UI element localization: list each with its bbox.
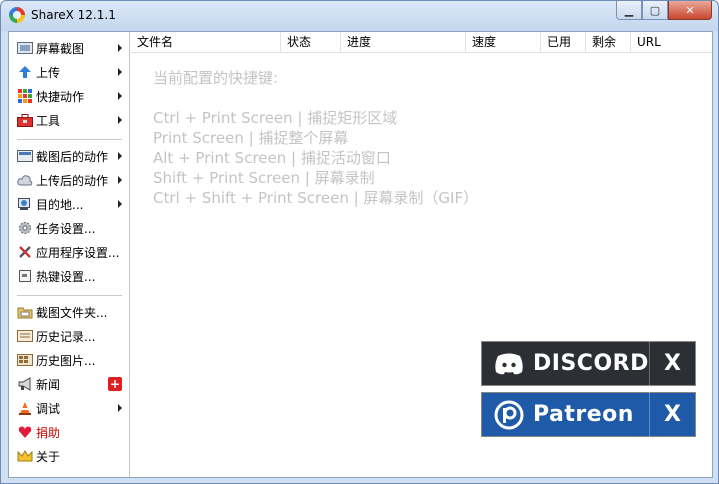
submenu-arrow-icon xyxy=(118,44,122,52)
hotkey-hints-title: 当前配置的快捷键: xyxy=(153,69,279,87)
maximize-button[interactable]: ▢ xyxy=(642,1,668,20)
submenu-arrow-icon xyxy=(118,200,122,208)
sidebar-item-label: 目的地... xyxy=(36,198,84,212)
sidebar-item-label: 工具 xyxy=(36,114,61,128)
sidebar-item-after-upload[interactable]: 上传后的动作 xyxy=(9,169,130,191)
patreon-label: Patreon xyxy=(533,402,634,427)
sidebar-item-about[interactable]: 关于 xyxy=(9,445,130,467)
cloud-upload-icon xyxy=(17,172,33,188)
discord-label: DISCORD xyxy=(533,351,649,376)
discord-logo-icon xyxy=(493,348,525,380)
patreon-close-button[interactable]: X xyxy=(649,392,695,437)
patreon-logo-icon xyxy=(493,399,525,431)
upload-arrow-icon xyxy=(17,64,33,80)
after-capture-icon xyxy=(17,148,33,164)
megaphone-icon xyxy=(17,376,33,392)
sidebar-item-label: 调试 xyxy=(36,402,61,416)
sidebar-item-label: 热键设置... xyxy=(36,270,96,284)
column-header-filename[interactable]: 文件名 xyxy=(131,32,281,53)
sidebar-item-label: 截图文件夹... xyxy=(36,306,108,320)
sidebar-item-label: 新闻 xyxy=(36,378,61,392)
hotkey-hints: 当前配置的快捷键: Ctrl + Print Screen | 捕捉矩形区域 P… xyxy=(153,68,478,208)
hotkey-hint-line: Ctrl + Print Screen | 捕捉矩形区域 xyxy=(153,109,398,127)
sidebar-item-label: 关于 xyxy=(36,450,61,464)
hotkey-hint-line: Print Screen | 捕捉整个屏幕 xyxy=(153,129,349,147)
submenu-arrow-icon xyxy=(118,92,122,100)
sidebar-item-label: 屏幕截图 xyxy=(36,42,85,56)
submenu-arrow-icon xyxy=(118,404,122,412)
grid-icon xyxy=(17,88,33,104)
sidebar-item-label: 上传 xyxy=(36,66,61,80)
title-bar[interactable]: ShareX 12.1.1 ▁ ▢ ✕ xyxy=(1,1,718,31)
submenu-arrow-icon xyxy=(118,152,122,160)
sidebar-item-label: 捐助 xyxy=(36,426,61,440)
sidebar-item-donate[interactable]: 捐助 xyxy=(9,421,130,443)
sidebar-item-capture[interactable]: 屏幕截图 xyxy=(9,37,130,59)
history-icon xyxy=(17,328,33,344)
sharex-logo-icon xyxy=(9,7,25,23)
sidebar-item-label: 任务设置... xyxy=(36,222,96,236)
column-header-elapsed[interactable]: 已用 xyxy=(541,32,586,53)
submenu-arrow-icon xyxy=(118,116,122,124)
sidebar-item-task-settings[interactable]: 任务设置... xyxy=(9,217,130,239)
sidebar-item-label: 快捷动作 xyxy=(36,90,85,104)
crown-icon xyxy=(17,448,33,464)
sidebar-item-hotkey-settings[interactable]: 热键设置... xyxy=(9,265,130,287)
globe-icon xyxy=(17,196,33,212)
submenu-arrow-icon xyxy=(118,68,122,76)
patreon-banner[interactable]: Patreon X xyxy=(481,392,696,437)
sidebar-separator xyxy=(17,139,122,140)
sidebar-item-label: 上传后的动作 xyxy=(36,174,109,188)
column-header-status[interactable]: 状态 xyxy=(281,32,341,53)
sidebar-separator xyxy=(17,295,122,296)
sidebar-item-upload[interactable]: 上传 xyxy=(9,61,130,83)
image-history-icon xyxy=(17,352,33,368)
discord-close-button[interactable]: X xyxy=(649,341,695,386)
sidebar-item-label: 应用程序设置... xyxy=(36,246,120,260)
sidebar-item-image-history[interactable]: 历史图片... xyxy=(9,349,130,371)
hotkey-hint-line: Shift + Print Screen | 屏幕录制 xyxy=(153,169,375,187)
submenu-arrow-icon xyxy=(118,176,122,184)
sidebar-item-label: 截图后的动作 xyxy=(36,150,109,164)
window-title: ShareX 12.1.1 xyxy=(31,8,116,22)
toolbox-icon xyxy=(17,112,33,128)
sidebar-item-destinations[interactable]: 目的地... xyxy=(9,193,130,215)
column-header-speed[interactable]: 速度 xyxy=(466,32,541,53)
close-button[interactable]: ✕ xyxy=(668,1,712,20)
column-header-remaining[interactable]: 剩余 xyxy=(586,32,631,53)
folder-icon xyxy=(17,304,33,320)
minimize-button[interactable]: ▁ xyxy=(616,1,642,20)
sidebar-item-news[interactable]: 新闻 + xyxy=(9,373,130,395)
sidebar-item-tools[interactable]: 工具 xyxy=(9,109,130,131)
gear-icon xyxy=(17,220,33,236)
sidebar-item-screenshots-folder[interactable]: 截图文件夹... xyxy=(9,301,130,323)
sidebar-item-app-settings[interactable]: 应用程序设置... xyxy=(9,241,130,263)
sidebar-item-history[interactable]: 历史记录... xyxy=(9,325,130,347)
hotkey-hint-line: Alt + Print Screen | 捕捉活动窗口 xyxy=(153,149,391,167)
sidebar-item-label: 历史图片... xyxy=(36,354,96,368)
traffic-cone-icon xyxy=(17,400,33,416)
column-header-url[interactable]: URL xyxy=(631,32,712,53)
sidebar-item-after-capture[interactable]: 截图后的动作 xyxy=(9,145,130,167)
discord-banner[interactable]: DISCORD X xyxy=(481,341,696,386)
hotkey-hint-line: Ctrl + Shift + Print Screen | 屏幕录制（GIF） xyxy=(153,189,479,207)
screenshot-icon xyxy=(17,40,33,56)
sidebar-item-label: 历史记录... xyxy=(36,330,96,344)
list-header: 文件名 状态 进度 速度 已用 剩余 URL xyxy=(131,32,712,53)
sidebar-menu: 屏幕截图 上传 快捷动作 工具 截图后的动作 上传后的动作 目的地... 任务设… xyxy=(9,32,130,477)
caption-buttons: ▁ ▢ ✕ xyxy=(616,1,712,21)
heart-icon xyxy=(17,424,33,440)
column-header-progress[interactable]: 进度 xyxy=(341,32,466,53)
news-badge: + xyxy=(108,377,122,391)
wrench-icon xyxy=(17,244,33,260)
sidebar-item-debug[interactable]: 调试 xyxy=(9,397,130,419)
keyboard-icon xyxy=(17,268,33,284)
sidebar-item-workflows[interactable]: 快捷动作 xyxy=(9,85,130,107)
